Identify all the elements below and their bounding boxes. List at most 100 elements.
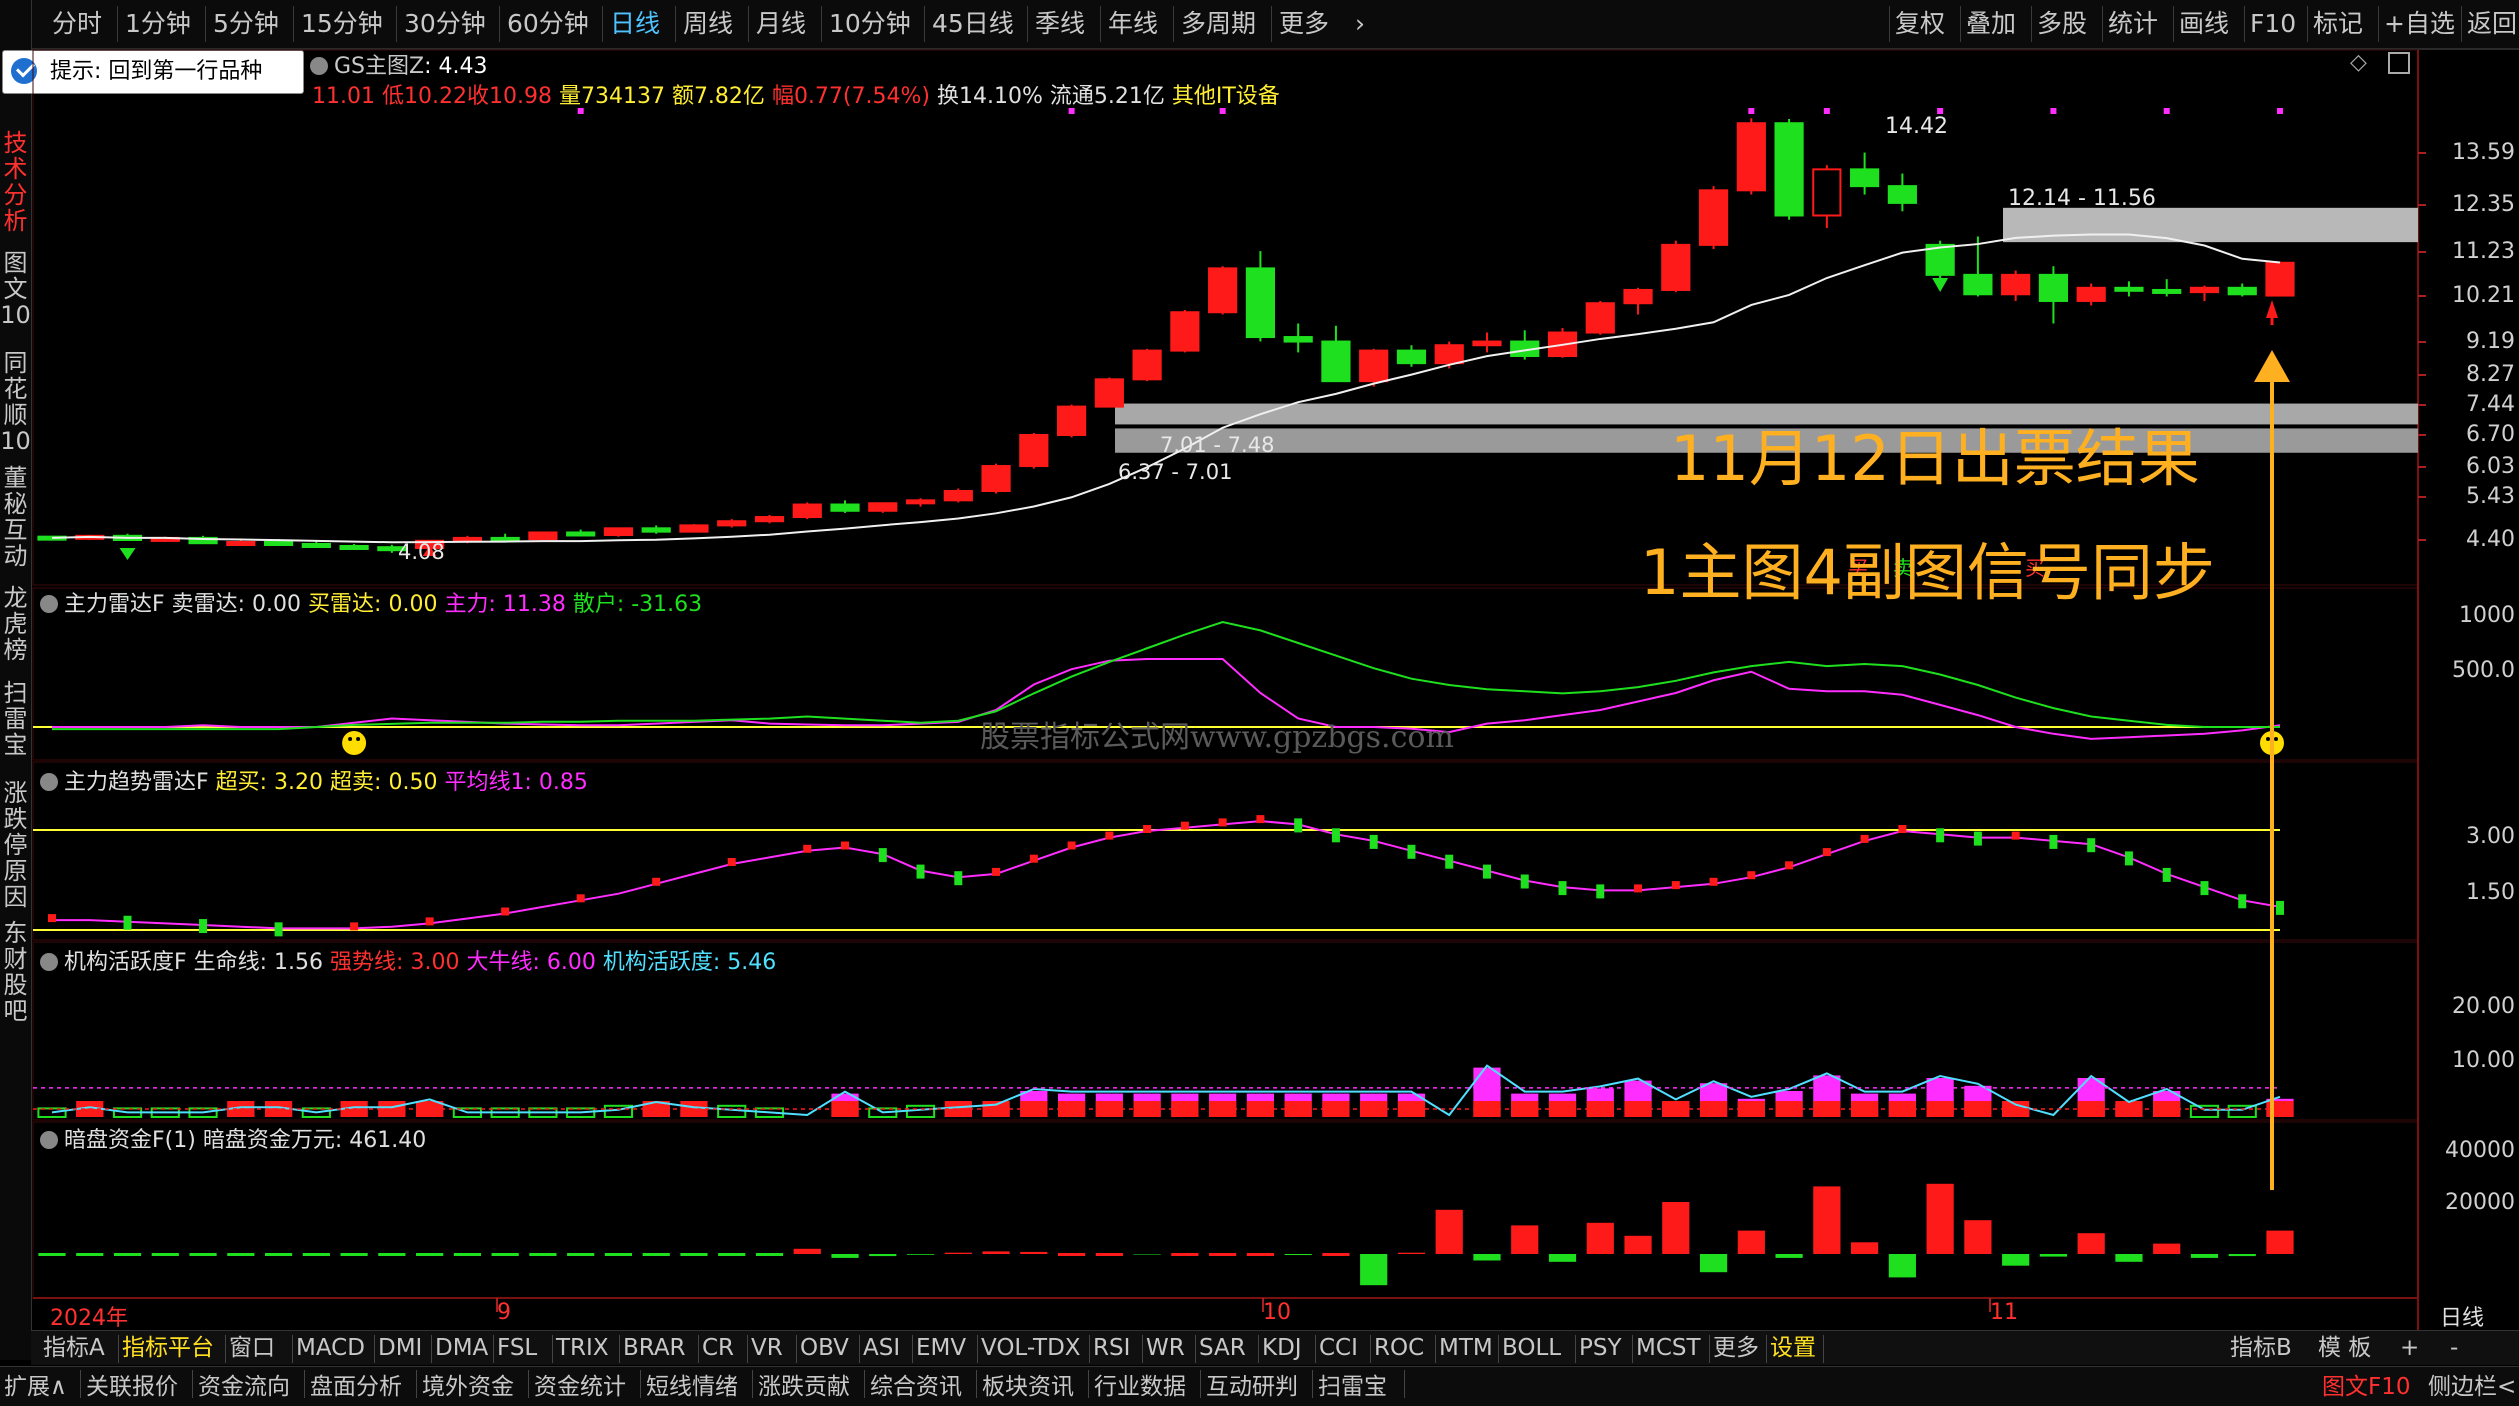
trend-mark <box>2049 834 2058 849</box>
activity-bar-base <box>2153 1101 2181 1117</box>
price-label: 11.23 <box>2452 239 2515 264</box>
indicator-settings-icon[interactable] <box>40 1131 58 1149</box>
trend-mark <box>1709 877 1718 886</box>
trend-mark <box>274 922 283 937</box>
separator <box>1575 1335 1576 1363</box>
candle-body <box>1056 405 1087 436</box>
footer-tab[interactable]: 扩展∧ <box>4 1370 67 1404</box>
indicator-tab[interactable]: WR <box>1146 1331 1185 1365</box>
footer-tab[interactable]: 资金统计 <box>534 1370 626 1404</box>
indicator-tab[interactable]: 指标A <box>43 1331 105 1365</box>
indicator-settings-icon[interactable] <box>40 595 58 613</box>
separator <box>493 1335 494 1363</box>
resistance-zone <box>2003 207 2418 243</box>
y-label: 500.0 <box>2452 658 2515 683</box>
indicator-tab[interactable]: CCI <box>1319 1331 1358 1365</box>
fund-bar <box>113 1253 142 1256</box>
indicator-tab[interactable]: + <box>2400 1331 2419 1365</box>
indicator-tab[interactable]: ROC <box>1374 1331 1424 1365</box>
separator <box>976 1370 977 1398</box>
indicator-tab[interactable]: 指标平台 <box>122 1331 214 1365</box>
indicator-tab[interactable]: MCST <box>1636 1331 1701 1365</box>
indicator-settings-icon[interactable] <box>40 953 58 971</box>
indicator-tab[interactable]: 指标B <box>2230 1331 2292 1365</box>
indicator-tab[interactable]: RSI <box>1093 1331 1130 1365</box>
fund-bar <box>1435 1209 1463 1254</box>
candle-body <box>1359 349 1389 383</box>
period-label[interactable]: 日线 <box>2440 1300 2484 1332</box>
indicator-tab[interactable]: 更多 <box>1713 1331 1759 1365</box>
separator <box>1498 1335 1499 1363</box>
footer-tab[interactable]: 侧边栏< <box>2428 1370 2516 1404</box>
separator <box>747 1335 748 1363</box>
indicator-tab[interactable]: 设置 <box>1770 1331 1816 1365</box>
indicator-tab[interactable]: FSL <box>497 1331 537 1365</box>
indicator-tab[interactable]: KDJ <box>1262 1331 1302 1365</box>
trend-mark <box>2011 831 2020 840</box>
trend-mark <box>916 864 925 879</box>
separator <box>796 1335 797 1363</box>
footer-tab[interactable]: 盘面分析 <box>310 1370 402 1404</box>
zone-low-label: 6.37 - 7.01 <box>1118 460 1233 484</box>
footer-tab[interactable]: 图文F10 <box>2322 1370 2411 1404</box>
low-price-label: 4.08 <box>398 540 445 564</box>
footer-tab[interactable]: 扫雷宝 <box>1318 1370 1387 1404</box>
price-label: 4.40 <box>2466 527 2515 552</box>
dark-fund-title[interactable]: 暗盘资金F(1) 暗盘资金万元: 461.40 <box>40 1122 426 1154</box>
signal-dot <box>1823 108 1830 114</box>
candle-body <box>1736 122 1766 192</box>
indicator-tab[interactable]: BRAR <box>623 1331 686 1365</box>
trend-mark <box>2087 838 2096 853</box>
indicator-tab[interactable]: BOLL <box>1502 1331 1561 1365</box>
indicator-settings-icon[interactable] <box>40 773 58 791</box>
indicator-tab[interactable]: EMV <box>916 1331 966 1365</box>
footer-tab[interactable]: 境外资金 <box>422 1370 514 1404</box>
indicator-tab[interactable]: DMI <box>378 1331 422 1365</box>
activity-panel-title[interactable]: 机构活跃度F 生命线: 1.56 强势线: 3.00 大牛线: 6.00 机构活… <box>40 944 776 976</box>
candle-body <box>754 516 785 523</box>
separator <box>431 1335 432 1363</box>
indicator-tab[interactable]: CR <box>702 1331 734 1365</box>
indicator-tab[interactable]: DMA <box>435 1331 488 1365</box>
indicator-tab[interactable]: VOL-TDX <box>981 1331 1081 1365</box>
trend-mark <box>1445 854 1454 869</box>
indicator-tab[interactable]: SAR <box>1199 1331 1246 1365</box>
footer-tab[interactable]: 关联报价 <box>86 1370 178 1404</box>
activity-panel-bars <box>33 1064 2294 1119</box>
indicator-tab[interactable]: PSY <box>1579 1331 1622 1365</box>
candle-body <box>868 502 898 512</box>
trend-mark <box>1898 825 1907 833</box>
indicator-tab[interactable]: VR <box>751 1331 783 1365</box>
fund-bar <box>831 1254 859 1258</box>
footer-tab[interactable]: 互动研判 <box>1206 1370 1298 1404</box>
separator <box>977 1335 978 1363</box>
indicator-tab[interactable]: 模 板 <box>2318 1331 2371 1365</box>
fund-bar <box>264 1253 293 1256</box>
trend-mark <box>425 917 434 926</box>
indicator-tab[interactable]: MACD <box>296 1331 365 1365</box>
footer-tab[interactable]: 资金流向 <box>198 1370 290 1404</box>
indicator-tab[interactable]: - <box>2450 1331 2458 1365</box>
fund-bar <box>982 1251 1010 1254</box>
indicator-tab[interactable]: ASI <box>863 1331 900 1365</box>
radar-panel-title[interactable]: 主力雷达F 卖雷达: 0.00 买雷达: 0.00 主力: 11.38 散户: … <box>40 586 702 618</box>
indicator-tab[interactable]: 窗口 <box>229 1331 275 1365</box>
trend-mark <box>123 915 132 930</box>
footer-tab[interactable]: 行业数据 <box>1094 1370 1186 1404</box>
time-label: 2024年 <box>50 1306 128 1331</box>
trend-radar-title[interactable]: 主力趋势雷达F 超买: 3.20 超卖: 0.50 平均线1: 0.85 <box>40 764 588 796</box>
footer-tab[interactable]: 综合资讯 <box>870 1370 962 1404</box>
footer-tab[interactable]: 板块资讯 <box>982 1370 1074 1404</box>
footer-tab[interactable]: 短线情绪 <box>646 1370 738 1404</box>
time-label: 10 <box>1263 1300 1291 1325</box>
indicator-tab[interactable]: MTM <box>1439 1331 1493 1365</box>
candle-body <box>1094 378 1124 408</box>
y-label: 10.00 <box>2452 1048 2515 1073</box>
indicator-tab[interactable]: TRIX <box>556 1331 609 1365</box>
indicator-tab[interactable]: OBV <box>800 1331 849 1365</box>
trend-mark <box>841 841 850 850</box>
separator <box>1195 1335 1196 1363</box>
footer-tab[interactable]: 涨跌贡献 <box>758 1370 850 1404</box>
zone-high-label: 12.14 - 11.56 <box>2008 186 2156 211</box>
trend-mark <box>2200 881 2209 896</box>
